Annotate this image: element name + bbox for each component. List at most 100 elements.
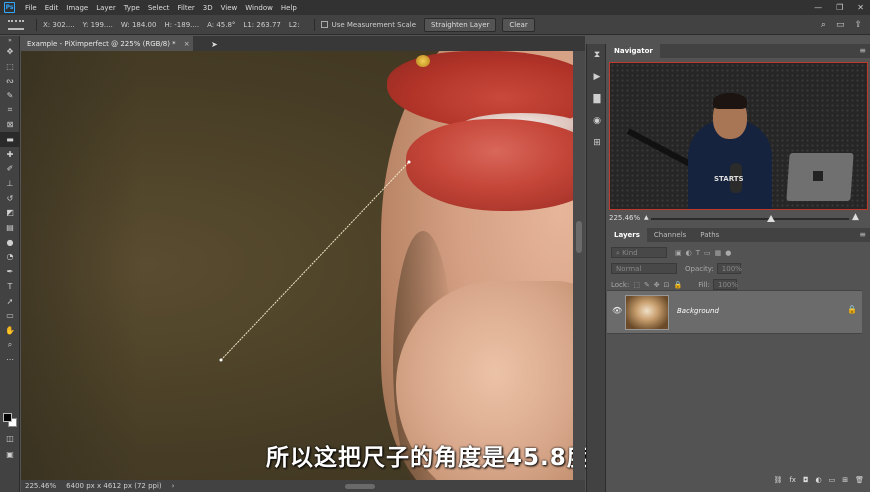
foreground-color-swatch[interactable] <box>3 413 12 422</box>
levels-icon[interactable]: ▇ <box>587 88 607 110</box>
layer-lock-icon[interactable]: 🔒 <box>847 305 857 314</box>
menu-select[interactable]: Select <box>144 4 174 12</box>
navigator-zoom-value[interactable]: 225.46% <box>609 214 640 222</box>
filter-icons[interactable]: ▣◐T▭▦● <box>675 249 735 257</box>
frame-icon[interactable]: ⊠ <box>0 117 20 132</box>
crop-icon[interactable]: ⌗ <box>0 103 20 118</box>
quick-mask-icon[interactable]: ◫ <box>0 431 20 446</box>
shape-icon[interactable]: ▭ <box>0 308 20 323</box>
share-icon[interactable]: ⇪ <box>854 20 862 30</box>
zoom-icon[interactable]: ⌕ <box>0 338 20 353</box>
dodge-icon[interactable]: ◔ <box>0 250 20 265</box>
type-icon[interactable]: T <box>0 279 20 294</box>
menu-image[interactable]: Image <box>62 4 92 12</box>
fill-input[interactable]: 100% <box>712 279 738 290</box>
status-zoom[interactable]: 225.46% <box>25 482 56 490</box>
horizontal-scroll-thumb[interactable] <box>345 484 375 489</box>
navigator-preview[interactable]: STARTS <box>609 62 868 210</box>
vertical-scrollbar[interactable] <box>573 51 585 480</box>
pen-icon[interactable]: ✒ <box>0 264 20 279</box>
presenter-hair <box>713 93 747 109</box>
menu-filter[interactable]: Filter <box>173 4 198 12</box>
zoom-out-icon[interactable]: ▲ <box>644 214 649 221</box>
toolbar-collapse-icon[interactable]: » <box>0 36 20 44</box>
healing-icon[interactable]: ✚ <box>0 147 20 162</box>
more-icon[interactable]: ⋯ <box>0 352 20 367</box>
new-layer-icon[interactable]: ⊞ <box>842 476 848 488</box>
histogram-icon[interactable]: ⧗ <box>587 44 607 66</box>
subtitle-caption: 所以这把尺子的角度是45.8度 <box>266 445 591 471</box>
visibility-eye-icon[interactable]: 👁 <box>612 306 622 315</box>
hand-icon[interactable]: ✋ <box>0 323 20 338</box>
layer-row-background[interactable]: 👁 Background 🔒 <box>607 290 862 334</box>
eraser-icon[interactable]: ◩ <box>0 206 20 221</box>
opacity-input[interactable]: 100% <box>716 263 742 274</box>
menu-type[interactable]: Type <box>120 4 144 12</box>
menu-3d[interactable]: 3D <box>199 4 217 12</box>
layer-kind-filter[interactable]: ⌕ Kind <box>611 247 667 258</box>
adjustment-layer-icon[interactable]: ◐ <box>816 476 822 488</box>
blend-mode-select[interactable]: Normal <box>611 263 677 274</box>
close-window-icon[interactable]: ✕ <box>857 3 864 12</box>
layer-thumbnail <box>625 295 669 330</box>
tab-layers[interactable]: Layers <box>607 228 647 242</box>
status-arrow-icon[interactable]: › <box>172 482 175 490</box>
play-action-icon[interactable]: ▶ <box>587 66 607 88</box>
measure-ruler-line[interactable] <box>21 51 573 480</box>
menu-edit[interactable]: Edit <box>41 4 63 12</box>
document-canvas[interactable] <box>21 51 573 480</box>
panel-menu-icon[interactable]: ≡ <box>859 44 866 58</box>
h-readout: H: -189.... <box>164 20 200 29</box>
l1-readout: L1: 263.77 <box>243 20 281 29</box>
link-layers-icon[interactable]: ⛓ <box>773 476 782 488</box>
brush-icon[interactable]: ✐ <box>0 162 20 177</box>
add-mask-icon[interactable]: ◘ <box>803 476 809 488</box>
stamp-icon[interactable]: ⊥ <box>0 176 20 191</box>
zoom-slider[interactable] <box>651 215 849 222</box>
blur-icon[interactable]: ● <box>0 235 20 250</box>
close-tab-icon[interactable]: × <box>184 40 190 48</box>
panel-icon-strip: ⧗ ▶ ▇ ◉ ⊞ <box>586 44 606 492</box>
gradient-icon[interactable]: ▤ <box>0 220 20 235</box>
layer-name[interactable]: Background <box>677 307 719 315</box>
group-icon[interactable]: ▭ <box>829 476 836 488</box>
properties-icon[interactable]: ⊞ <box>587 132 607 154</box>
move-icon[interactable]: ✥ <box>0 44 20 59</box>
menu-help[interactable]: Help <box>277 4 301 12</box>
lasso-icon[interactable]: ᔓ <box>0 73 20 88</box>
photoshop-logo-icon: Ps <box>4 2 15 13</box>
tab-channels[interactable]: Channels <box>647 228 693 242</box>
minimize-icon[interactable]: — <box>814 3 822 12</box>
menu-file[interactable]: File <box>21 4 41 12</box>
marquee-icon[interactable]: ⬚ <box>0 59 20 74</box>
tab-navigator[interactable]: Navigator <box>607 44 660 58</box>
clear-button[interactable]: Clear <box>502 17 535 32</box>
history-brush-icon[interactable]: ↺ <box>0 191 20 206</box>
search-icon[interactable]: ⌕ <box>821 20 826 30</box>
workspace-icon[interactable]: ▭ <box>836 20 845 30</box>
path-select-icon[interactable]: ➚ <box>0 294 20 309</box>
straighten-layer-button[interactable]: Straighten Layer <box>424 17 497 32</box>
quick-select-icon[interactable]: ✎ <box>0 88 20 103</box>
zoom-in-icon[interactable]: ▲ <box>852 212 859 222</box>
restore-icon[interactable]: ❐ <box>836 3 843 12</box>
lock-icons[interactable]: ⬚✎✥⊡🔒 <box>633 281 686 289</box>
ruler-tool-preset-icon[interactable] <box>8 19 24 30</box>
document-tab[interactable]: Example - PiXimperfect @ 225% (RGB/8) * … <box>21 36 193 51</box>
ruler-icon[interactable]: ▬ <box>0 132 20 147</box>
info-icon[interactable]: ◉ <box>587 110 607 132</box>
options-bar: X: 302.... Y: 199.... W: 184.00 H: -189.… <box>0 15 870 35</box>
menu-window[interactable]: Window <box>241 4 277 12</box>
menu-view[interactable]: View <box>217 4 242 12</box>
document-tab-bar: Example - PiXimperfect @ 225% (RGB/8) * … <box>21 36 585 51</box>
layers-menu-icon[interactable]: ≡ <box>859 228 866 242</box>
zoom-slider-knob[interactable] <box>767 215 775 222</box>
fx-icon[interactable]: fx <box>789 476 796 488</box>
measurement-scale-checkbox[interactable] <box>320 21 328 28</box>
vertical-scroll-thumb[interactable] <box>576 221 582 253</box>
menu-layer[interactable]: Layer <box>92 4 120 12</box>
tab-paths[interactable]: Paths <box>693 228 726 242</box>
screen-mode-icon[interactable]: ▣ <box>0 447 20 462</box>
delete-layer-icon[interactable]: 🗑 <box>855 476 864 488</box>
l2-readout: L2: <box>288 20 300 29</box>
